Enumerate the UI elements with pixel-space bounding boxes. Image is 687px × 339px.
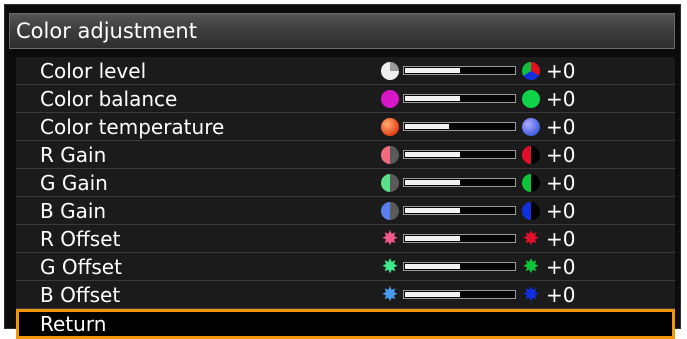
item-label: Color balance (40, 87, 178, 111)
green-offset-high-icon: ✸ (522, 254, 540, 278)
cool-color-icon (522, 118, 540, 136)
item-value: +0 (546, 59, 576, 83)
warm-color-icon (381, 118, 399, 136)
menu-item-r-gain[interactable]: R Gain +0 (16, 141, 675, 169)
color-level-slider[interactable] (403, 66, 516, 75)
menu-item-g-gain[interactable]: G Gain +0 (16, 169, 675, 197)
menu-item-color-temperature[interactable]: Color temperature +0 (16, 113, 675, 141)
blue-offset-high-icon: ✸ (522, 282, 540, 306)
item-label: Color level (40, 59, 147, 83)
blue-offset-low-icon: ✸ (381, 282, 399, 306)
menu-list: Color level +0 Color balance +0 Color te… (16, 57, 675, 339)
green-gain-low-icon (381, 174, 399, 192)
color-balance-slider[interactable] (403, 94, 516, 103)
color-adjustment-menu: Color adjustment Color level +0 Color ba… (4, 4, 681, 339)
red-offset-low-icon: ✸ (381, 226, 399, 250)
menu-item-b-gain[interactable]: B Gain +0 (16, 197, 675, 225)
item-label: Color temperature (40, 115, 225, 139)
item-label: R Offset (40, 227, 121, 251)
item-value: +0 (546, 227, 576, 251)
magenta-dot-icon (381, 90, 399, 108)
slider-fill (405, 124, 449, 129)
b-gain-slider[interactable] (403, 206, 516, 215)
color-temperature-slider[interactable] (403, 122, 516, 131)
menu-item-b-offset[interactable]: B Offset ✸ ✸ +0 (16, 281, 675, 309)
item-value: +0 (546, 87, 576, 111)
red-gain-high-icon (522, 146, 540, 164)
item-value: +0 (546, 143, 576, 167)
slider-fill (405, 152, 460, 157)
menu-item-color-balance[interactable]: Color balance +0 (16, 85, 675, 113)
color-level-high-icon (522, 62, 540, 80)
slider-fill (405, 68, 460, 73)
g-offset-slider[interactable] (403, 262, 516, 271)
menu-item-g-offset[interactable]: G Offset ✸ ✸ +0 (16, 253, 675, 281)
r-gain-slider[interactable] (403, 150, 516, 159)
item-value: +0 (546, 199, 576, 223)
menu-item-r-offset[interactable]: R Offset ✸ ✸ +0 (16, 225, 675, 253)
g-gain-slider[interactable] (403, 178, 516, 187)
blue-gain-low-icon (381, 202, 399, 220)
item-value: +0 (546, 171, 576, 195)
green-dot-icon (522, 90, 540, 108)
green-offset-low-icon: ✸ (381, 254, 399, 278)
b-offset-slider[interactable] (403, 290, 516, 299)
menu-title: Color adjustment (9, 13, 675, 49)
slider-fill (405, 264, 460, 269)
item-value: +0 (546, 115, 576, 139)
slider-fill (405, 96, 460, 101)
slider-fill (405, 180, 460, 185)
menu-item-color-level[interactable]: Color level +0 (16, 57, 675, 85)
item-value: +0 (546, 255, 576, 279)
slider-fill (405, 236, 460, 241)
item-label: G Gain (40, 171, 108, 195)
return-label: Return (40, 312, 107, 336)
green-gain-high-icon (522, 174, 540, 192)
red-gain-low-icon (381, 146, 399, 164)
color-level-low-icon (381, 62, 399, 80)
item-label: R Gain (40, 143, 107, 167)
blue-gain-high-icon (522, 202, 540, 220)
r-offset-slider[interactable] (403, 234, 516, 243)
item-label: B Offset (40, 283, 121, 307)
item-label: B Gain (40, 199, 107, 223)
red-offset-high-icon: ✸ (522, 226, 540, 250)
slider-fill (405, 292, 460, 297)
slider-fill (405, 208, 460, 213)
item-label: G Offset (40, 255, 122, 279)
return-button[interactable]: Return (16, 309, 675, 339)
item-value: +0 (546, 283, 576, 307)
